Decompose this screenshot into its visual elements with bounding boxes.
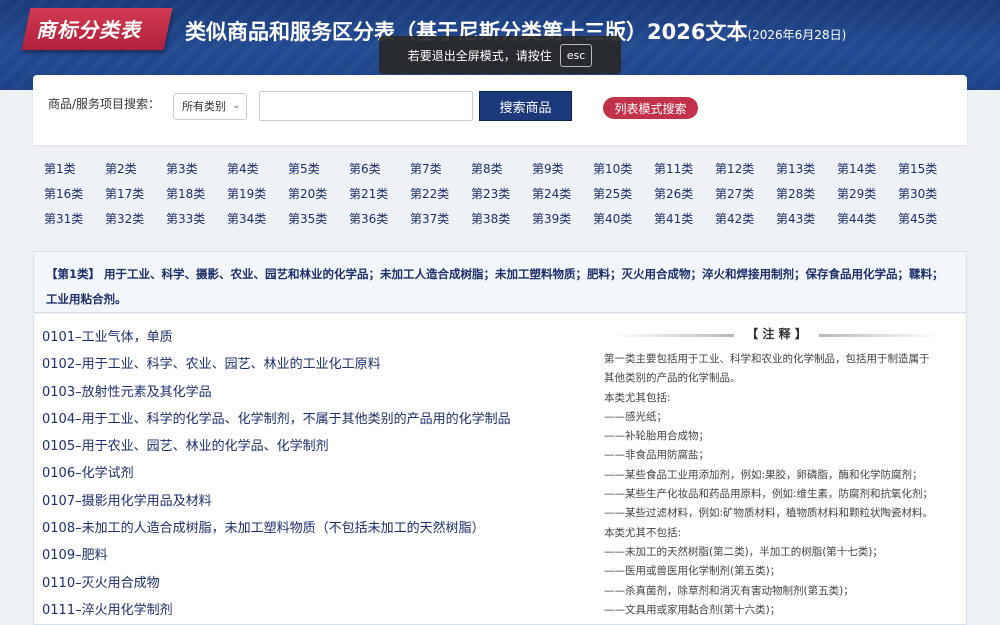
chevron-down-icon: ⌄ <box>232 101 240 111</box>
class-link[interactable]: 第27类 <box>715 185 776 203</box>
notes-line: ——某些生产化妆品和药品用原料，例如:维生素，防腐剂和抗氧化剂； <box>604 488 934 501</box>
class-link[interactable]: 第33类 <box>166 210 227 228</box>
class-link[interactable]: 第34类 <box>227 210 288 228</box>
class-link[interactable]: 第39类 <box>532 210 593 228</box>
subclass-link[interactable]: 0103–放射性元素及其化学品 <box>42 379 602 406</box>
class-link[interactable]: 第16类 <box>44 185 105 203</box>
subclass-link[interactable]: 0107–摄影用化学用品及材料 <box>42 488 602 515</box>
notes-line: ——文具用或家用黏合剂(第十六类)； <box>604 603 781 616</box>
class-link[interactable]: 第7类 <box>410 160 471 178</box>
notes-line: ——非食品用防腐盐； <box>604 449 709 462</box>
class-link[interactable]: 第20类 <box>288 185 349 203</box>
class-link[interactable]: 第32类 <box>105 210 166 228</box>
subclass-link[interactable]: 0108–未加工的人造合成树脂，未加工塑料物质（不包括未加工的天然树脂） <box>42 515 602 542</box>
search-input[interactable] <box>259 91 473 121</box>
subclass-link[interactable]: 0101–工业气体，单质 <box>42 324 602 351</box>
class-link[interactable]: 第1类 <box>44 160 105 178</box>
class-link[interactable]: 第4类 <box>227 160 288 178</box>
class-link[interactable]: 第19类 <box>227 185 288 203</box>
class-link[interactable]: 第25类 <box>593 185 654 203</box>
notes-line: ——补轮胎用合成物； <box>604 430 709 443</box>
subclass-link[interactable]: 0109–肥料 <box>42 542 602 569</box>
class-link[interactable]: 第41类 <box>654 210 715 228</box>
class-link[interactable]: 第45类 <box>898 210 959 228</box>
fullscreen-hint-text: 若要退出全屏模式，请按住 <box>407 48 552 63</box>
subclass-link[interactable]: 0111–淬火用化学制剂 <box>42 597 602 624</box>
class-content: 0101–工业气体，单质 0102–用于工业、科学、农业、园艺、林业的工业化工原料… <box>33 314 967 625</box>
class-link[interactable]: 第36类 <box>349 210 410 228</box>
notes-panel: 【 注 释 】 第一类主要包括用于工业、科学和农业的化学制品，包括用于制造属于其… <box>604 324 949 620</box>
subclass-link[interactable]: 0105–用于农业、园艺、林业的化学品、化学制剂 <box>42 433 602 460</box>
subclass-list: 0101–工业气体，单质 0102–用于工业、科学、农业、园艺、林业的工业化工原料… <box>42 324 602 624</box>
notes-line: ——未加工的天然树脂(第二类)，半加工的树脂(第十七类)； <box>604 545 883 558</box>
class-link[interactable]: 第2类 <box>105 160 166 178</box>
class-description: 【第1类】 用于工业、科学、摄影、农业、园艺和林业的化学品；未加工人造合成树脂；… <box>33 251 967 313</box>
class-link[interactable]: 第28类 <box>776 185 837 203</box>
class-link[interactable]: 第37类 <box>410 210 471 228</box>
class-link[interactable]: 第11类 <box>654 160 715 178</box>
notes-line: ——医用或兽医用化学制剂(第五类)； <box>604 565 781 578</box>
class-link[interactable]: 第43类 <box>776 210 837 228</box>
notes-line: ——某些食品工业用添加剂，例如:果胶，卵磷脂，酶和化学防腐剂； <box>604 468 923 481</box>
class-link[interactable]: 第26类 <box>654 185 715 203</box>
class-link[interactable]: 第5类 <box>288 160 349 178</box>
notes-line: 其他类别的产品的化学制品。 <box>604 372 741 385</box>
logo: 商标分类表 <box>36 18 141 42</box>
class-link[interactable]: 第13类 <box>776 160 837 178</box>
notes-line: 本类尤其不包括: <box>604 526 682 539</box>
class-link[interactable]: 第17类 <box>105 185 166 203</box>
page-title-date: (2026年6月28日) <box>747 28 847 42</box>
notes-body: 第一类主要包括用于工业、科学和农业的化学制品，包括用于制造属于 其他类别的产品的化… <box>604 350 949 620</box>
subclass-link[interactable]: 0104–用于工业、科学的化学品、化学制剂，不属于其他类别的产品用的化学制品 <box>42 406 602 433</box>
subclass-link[interactable]: 0110–灭火用合成物 <box>42 570 602 597</box>
search-label: 商品/服务项目搜索： <box>48 97 161 111</box>
notes-line: ——感光纸； <box>604 410 667 423</box>
class-link[interactable]: 第22类 <box>410 185 471 203</box>
class-link[interactable]: 第18类 <box>166 185 227 203</box>
category-select-value: 所有类别 <box>182 100 226 113</box>
class-link[interactable]: 第21类 <box>349 185 410 203</box>
class-link[interactable]: 第15类 <box>898 160 959 178</box>
search-button[interactable]: 搜索商品 <box>479 91 572 121</box>
subclass-link[interactable]: 0106–化学试剂 <box>42 460 602 487</box>
class-link[interactable]: 第23类 <box>471 185 532 203</box>
class-link[interactable]: 第10类 <box>593 160 654 178</box>
notes-line: ——某些过滤材料，例如:矿物质材料，植物质材料和颗粒状陶瓷材料。 <box>604 507 934 520</box>
class-link[interactable]: 第24类 <box>532 185 593 203</box>
class-link[interactable]: 第30类 <box>898 185 959 203</box>
fullscreen-exit-hint: 若要退出全屏模式，请按住 esc <box>379 36 621 74</box>
class-link[interactable]: 第6类 <box>349 160 410 178</box>
subclass-link[interactable]: 0102–用于工业、科学、农业、园艺、林业的工业化工原料 <box>42 351 602 378</box>
search-panel: 商品/服务项目搜索： 所有类别 ⌄ 搜索商品 列表模式搜索 <box>33 75 967 145</box>
class-link[interactable]: 第38类 <box>471 210 532 228</box>
class-link[interactable]: 第3类 <box>166 160 227 178</box>
class-link[interactable]: 第14类 <box>837 160 898 178</box>
class-link[interactable]: 第35类 <box>288 210 349 228</box>
class-nav-grid: 第1类 第2类 第3类 第4类 第5类 第6类 第7类 第8类 第9类 第10类 第11类 第12类第… <box>33 160 967 228</box>
list-mode-search-button[interactable]: 列表模式搜索 <box>603 97 698 119</box>
class-link[interactable]: 第12类 <box>715 160 776 178</box>
class-link[interactable]: 第8类 <box>471 160 532 178</box>
notes-title: 【 注 释 】 <box>604 324 949 344</box>
class-link[interactable]: 第42类 <box>715 210 776 228</box>
class-link[interactable]: 第31类 <box>44 210 105 228</box>
notes-line: 第一类主要包括用于工业、科学和农业的化学制品，包括用于制造属于 <box>604 353 930 365</box>
category-select[interactable]: 所有类别 ⌄ <box>173 93 247 120</box>
class-link[interactable]: 第9类 <box>532 160 593 178</box>
class-link[interactable]: 第29类 <box>837 185 898 203</box>
notes-line: 本类尤其包括: <box>604 391 671 404</box>
class-link[interactable]: 第44类 <box>837 210 898 228</box>
esc-key: esc <box>559 43 593 67</box>
class-link[interactable]: 第40类 <box>593 210 654 228</box>
notes-line: ——杀真菌剂，除草剂和消灭有害动物制剂(第五类)； <box>604 584 854 597</box>
